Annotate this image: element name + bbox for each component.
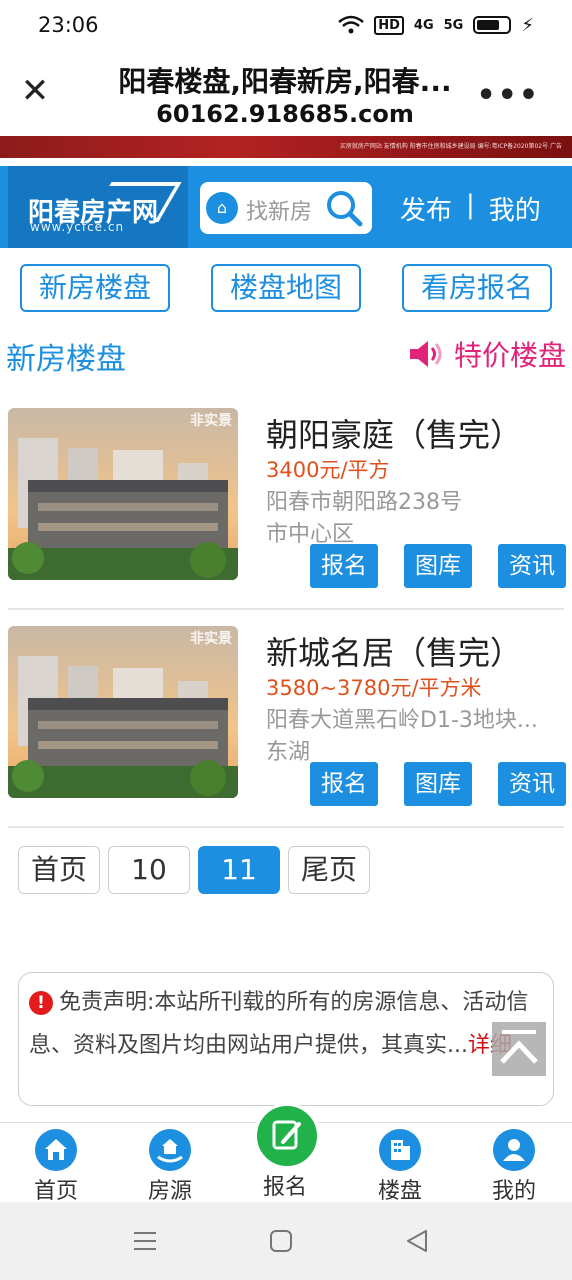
home-square-icon[interactable] [268, 1228, 294, 1254]
quick-link-map[interactable]: 楼盘地图 [211, 264, 361, 312]
listing-badge: 非实景 [190, 631, 232, 647]
edit-icon [272, 1120, 301, 1150]
hd-icon: HD [374, 15, 404, 35]
disclaimer-text: 免责声明:本站所刊载的所有的房源信息、活动信息、资料及图片均由网站用户提供，其真… [29, 990, 529, 1058]
bottom-nav-buildings[interactable]: 楼盘 [360, 1129, 440, 1205]
hand-house-icon [149, 1129, 191, 1171]
warning-icon: ! [29, 991, 53, 1015]
listing-photo[interactable]: 非实景 [8, 408, 238, 580]
listing-price: 3400元/平方 [266, 458, 390, 482]
banner-fine-print: 买房就房产网站 友情机构 阳春市住房和城乡建设局 编号:粤ICP备2020第02… [339, 143, 562, 150]
listing-actions: 报名 图库 资讯 [310, 544, 566, 588]
speaker-icon [409, 341, 442, 367]
search-box[interactable]: ⌂ 找新房 [200, 182, 372, 234]
nav-publish[interactable]: 发布 [400, 190, 452, 227]
bottom-nav-label: 楼盘 [377, 1179, 422, 1204]
bottom-nav-mine[interactable]: 我的 [474, 1129, 554, 1205]
listing-address: 阳春市朝阳路238号 [266, 490, 462, 515]
site-header: 阳春房产网 www.ycfce.cn ⌂ 找新房 发布 | 我的 [0, 166, 572, 248]
bottom-nav-listings[interactable]: 房源 [130, 1129, 210, 1205]
special-offers-label: 特价楼盘 [453, 339, 566, 372]
listing-address: 阳春大道黑石岭D1-3地块... [266, 708, 538, 733]
home-icon [35, 1129, 77, 1171]
building-render [8, 626, 238, 798]
logo-url: www.ycfce.cn [30, 220, 125, 234]
nav-separator: | [466, 190, 475, 220]
building-render [8, 408, 238, 580]
nav-mine[interactable]: 我的 [489, 190, 541, 227]
section-title: 新房楼盘 [6, 342, 126, 377]
disclaimer-box: ! 免责声明:本站所刊载的所有的房源信息、活动信息、资料及图片均由网站用户提供，其… [18, 972, 554, 1106]
site-logo[interactable]: 阳春房产网 www.ycfce.cn [8, 166, 188, 248]
close-icon[interactable]: ✕ [18, 74, 52, 108]
system-nav-bar [0, 1202, 572, 1280]
page-url[interactable]: 60162.918685.com [90, 100, 480, 128]
status-time: 23:06 [38, 13, 99, 37]
back-icon[interactable] [404, 1228, 430, 1254]
building-icon [379, 1129, 421, 1171]
browser-header: ✕ 阳春楼盘,阳春新房,阳春... 60162.918685.com ••• [0, 50, 572, 136]
listing-photo[interactable]: 非实景 [8, 626, 238, 798]
listing-item[interactable]: 非实景 朝阳豪庭（售完） 3400元/平方 阳春市朝阳路238号 市中心区 报名… [8, 408, 566, 608]
menu-icon[interactable] [132, 1228, 158, 1254]
page-11-current[interactable]: 11 [198, 846, 280, 894]
charging-icon: ⚡ [521, 14, 534, 36]
page-10[interactable]: 10 [108, 846, 190, 894]
listing-name[interactable]: 新城名居（售完） [266, 628, 522, 674]
signup-button[interactable]: 报名 [310, 544, 378, 588]
search-icon[interactable] [324, 188, 364, 228]
gallery-button[interactable]: 图库 [404, 544, 472, 588]
header-nav: 发布 | 我的 [400, 190, 541, 227]
news-button[interactable]: 资讯 [498, 762, 566, 806]
listing-district: 东湖 [266, 740, 311, 765]
back-to-top-button[interactable] [492, 1022, 546, 1076]
quick-link-new-homes[interactable]: 新房楼盘 [20, 264, 170, 312]
bottom-nav-signup[interactable]: 报名 [245, 1167, 325, 1201]
bottom-nav: 首页 房源 报名 楼盘 我的 [0, 1103, 572, 1205]
signup-fab[interactable] [254, 1103, 320, 1169]
listing-item[interactable]: 非实景 新城名居（售完） 3580~3780元/平方米 阳春大道黑石岭D1-3地… [8, 626, 566, 826]
news-button[interactable]: 资讯 [498, 544, 566, 588]
wifi-icon [338, 15, 365, 34]
signal-4g-icon: 4G [413, 17, 434, 33]
battery-icon [473, 16, 512, 34]
listing-badge: 非实景 [190, 413, 232, 429]
status-bar: 23:06 HD 4G 5G ⚡ [0, 0, 572, 50]
page-title: 阳春楼盘,阳春新房,阳春... [118, 65, 452, 98]
user-icon [493, 1129, 535, 1171]
listing-name[interactable]: 朝阳豪庭（售完） [266, 410, 522, 456]
listing-actions: 报名 图库 资讯 [310, 762, 566, 806]
divider [8, 608, 564, 610]
quick-links: 新房楼盘 楼盘地图 看房报名 [20, 264, 552, 312]
bottom-nav-home[interactable]: 首页 [16, 1129, 96, 1205]
search-placeholder: 找新房 [246, 200, 313, 225]
banner-strip[interactable]: 买房就房产网站 友情机构 阳春市住房和城乡建设局 编号:粤ICP备2020第02… [0, 136, 572, 158]
special-offers-link[interactable]: 特价楼盘 [408, 334, 566, 374]
signup-button[interactable]: 报名 [310, 762, 378, 806]
chevron-up-icon [500, 1030, 538, 1064]
pagination: 首页 10 11 尾页 [18, 846, 370, 894]
bottom-nav-label: 报名 [262, 1175, 307, 1200]
bottom-nav-label: 房源 [147, 1179, 192, 1204]
bottom-nav-label: 首页 [33, 1179, 78, 1204]
page-last[interactable]: 尾页 [288, 846, 370, 894]
page-first[interactable]: 首页 [18, 846, 100, 894]
more-menu-icon[interactable]: ••• [476, 78, 540, 113]
gallery-button[interactable]: 图库 [404, 762, 472, 806]
divider [8, 826, 564, 828]
home-icon: ⌂ [206, 192, 238, 224]
bottom-nav-label: 我的 [491, 1179, 536, 1204]
signal-5g-icon: 5G [443, 17, 464, 33]
quick-link-signup[interactable]: 看房报名 [402, 264, 552, 312]
status-icons: HD 4G 5G ⚡ [338, 15, 534, 36]
listing-price: 3580~3780元/平方米 [266, 676, 482, 700]
